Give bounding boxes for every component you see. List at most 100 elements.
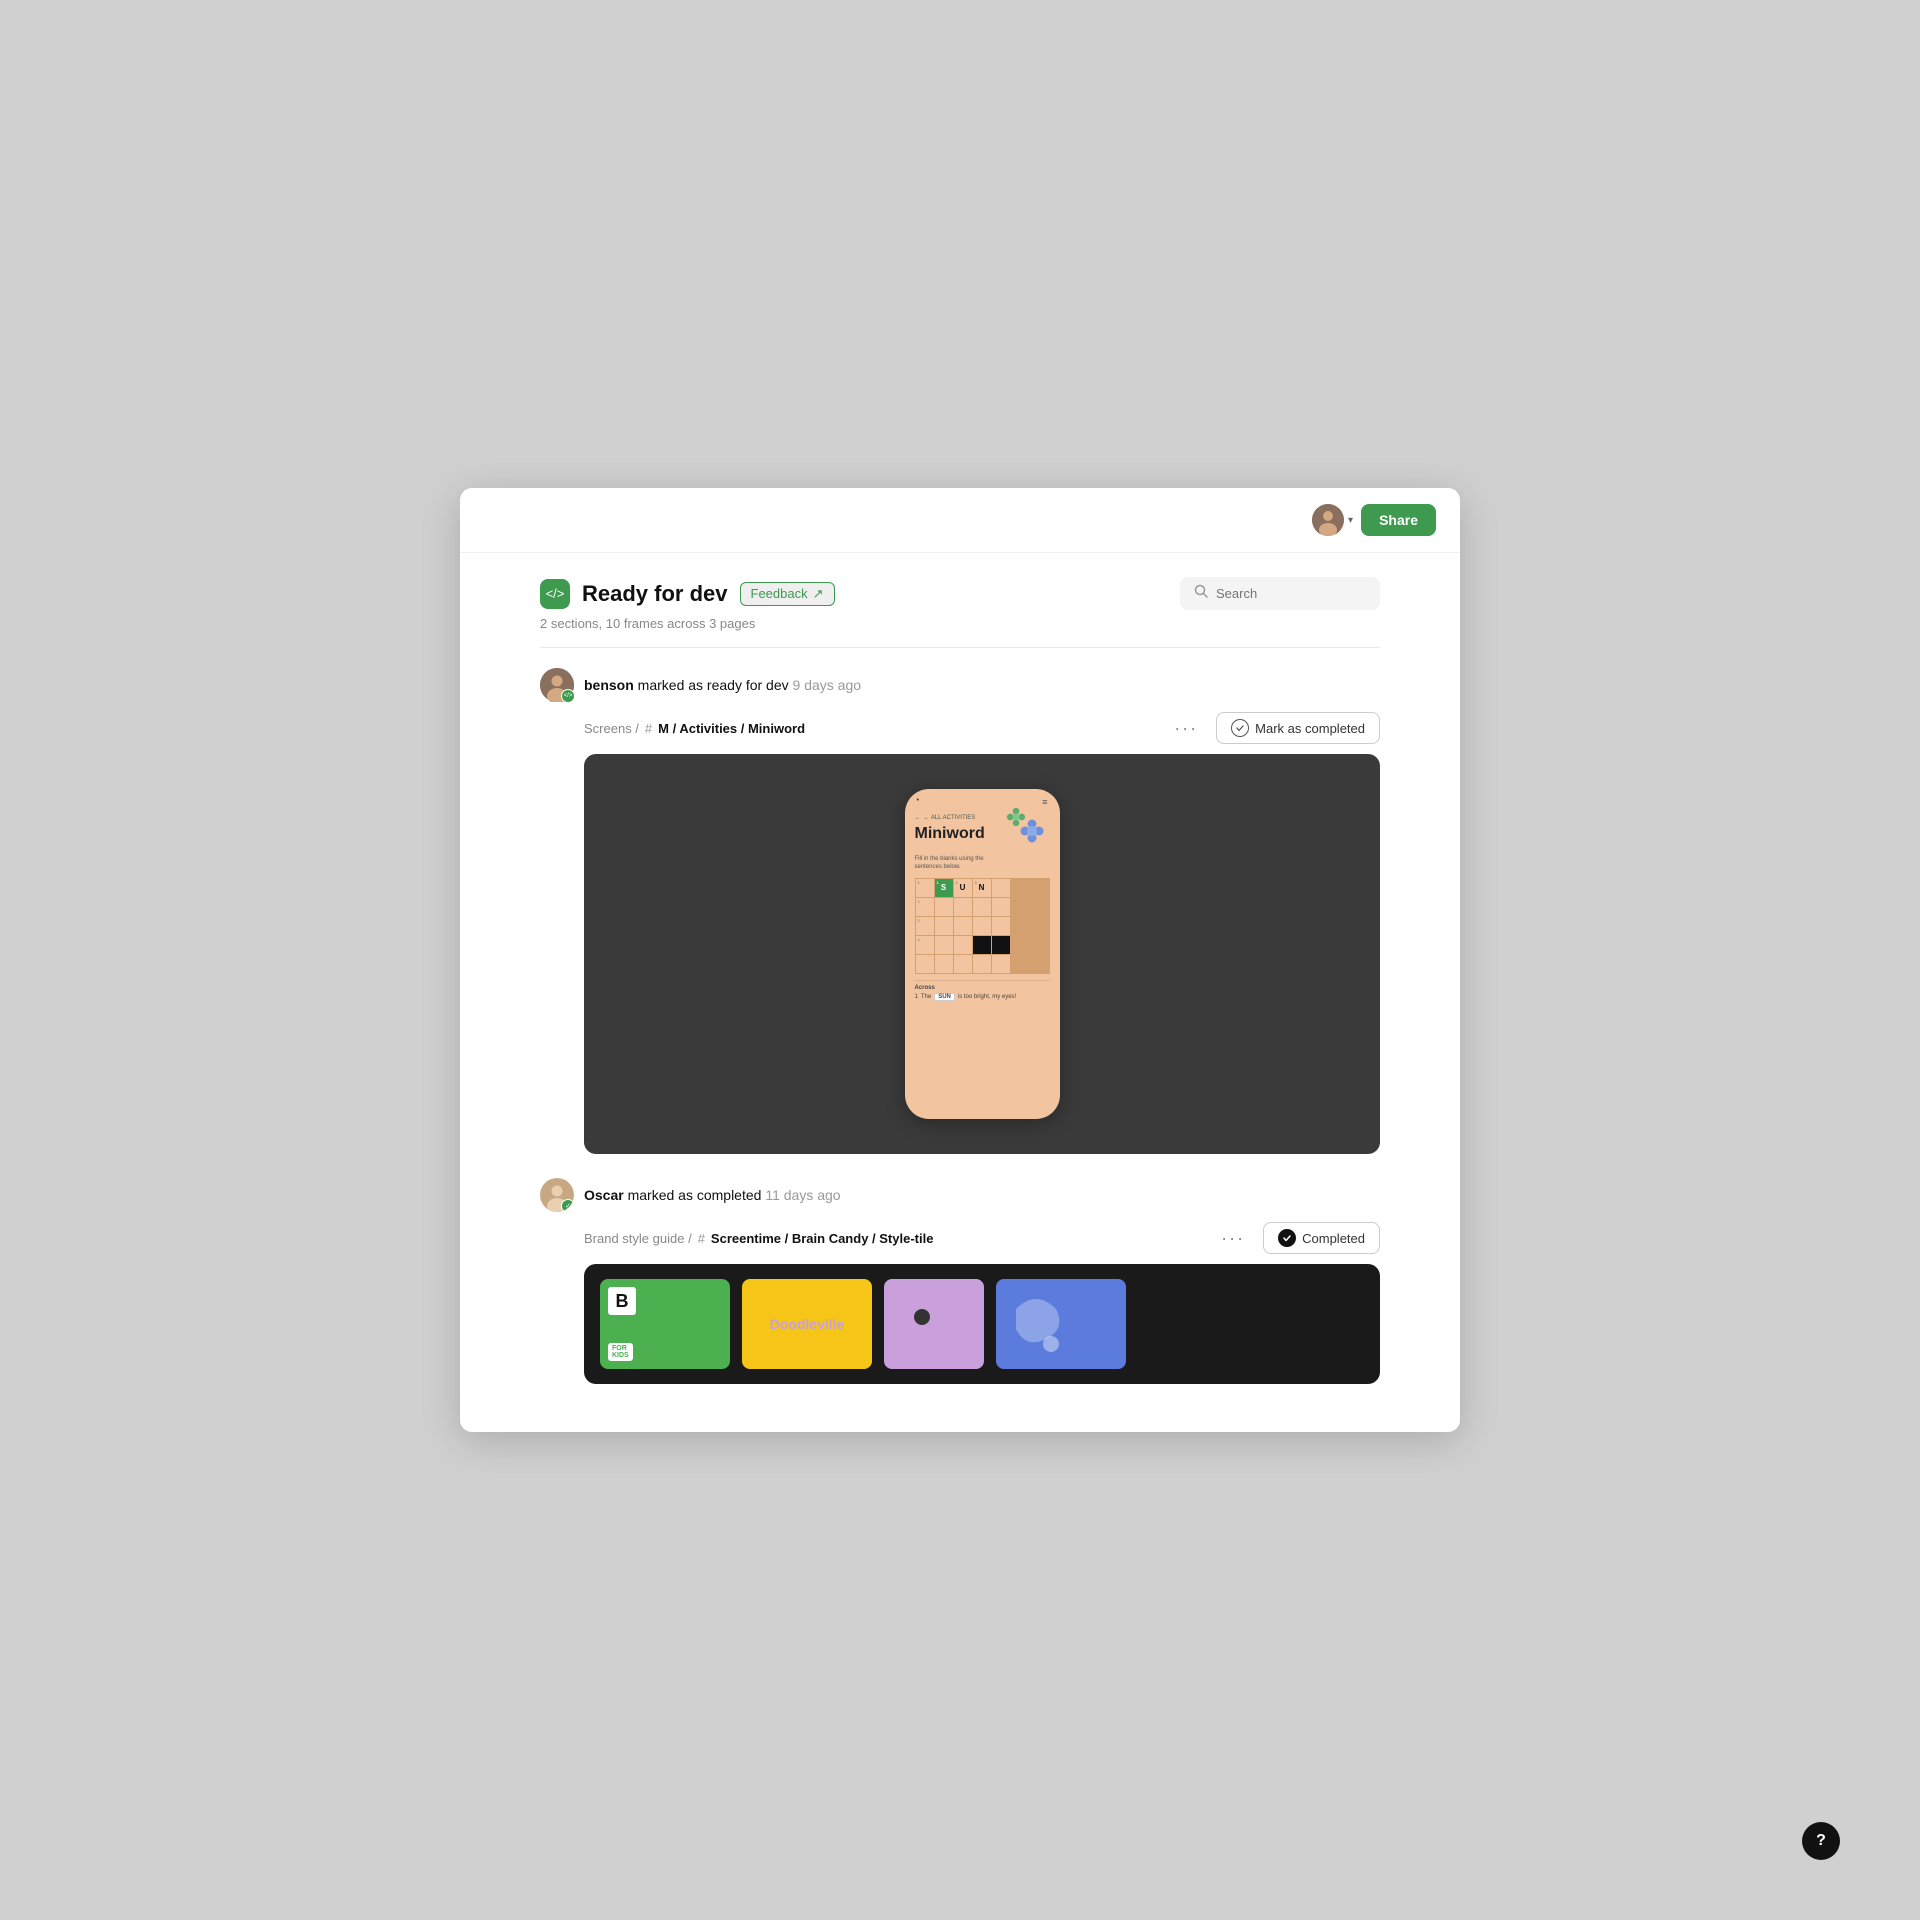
cell	[954, 955, 972, 973]
topbar: ▾ Share	[460, 488, 1460, 553]
clue-highlight: SUN	[934, 993, 955, 1001]
phone-content: ← ← ALL ACTIVITIES Miniword	[905, 811, 1060, 1005]
breadcrumb-actions-2: ··· Completed	[1215, 1222, 1380, 1254]
breadcrumb-2: Brand style guide / # Screentime / Brain…	[584, 1231, 933, 1246]
cell	[935, 936, 953, 954]
for-kids-badge: FORKIDS	[608, 1343, 633, 1361]
cell	[992, 955, 1010, 973]
more-options-button-1[interactable]: ···	[1168, 716, 1204, 741]
cell	[973, 955, 991, 973]
cell-empty	[992, 879, 1010, 897]
clue-num: 1	[915, 994, 918, 1000]
cell	[935, 917, 953, 935]
oscar-name: Oscar	[584, 1187, 624, 1203]
search-bar[interactable]	[1180, 577, 1380, 610]
cell	[973, 898, 991, 916]
benson-avatar: </>	[540, 668, 574, 702]
doodleville-text: Doodleville	[770, 1316, 845, 1332]
phone-status-bar: • ≡	[905, 789, 1060, 811]
cell	[973, 917, 991, 935]
cell-n: 3N	[973, 879, 991, 897]
search-icon	[1194, 584, 1208, 603]
topbar-right: ▾ Share	[1312, 504, 1436, 536]
chevron-down-icon: ▾	[1348, 515, 1353, 526]
cell: 1	[916, 879, 934, 897]
feedback-label: Feedback	[751, 586, 808, 601]
dev-badge: </>	[561, 689, 575, 703]
cell	[954, 898, 972, 916]
hash-icon-2: #	[698, 1231, 705, 1246]
phone-menu-icon: ≡	[1042, 797, 1047, 807]
crossword-grid: 1 1S 2U 3N 4	[915, 878, 1050, 974]
phone-app-title: Miniword	[915, 825, 985, 843]
activity-item-1: </> benson marked as ready for dev 9 day…	[540, 668, 1380, 1154]
frame-preview-1: • ≡ ← ← ALL ACTIVITIES Miniword	[584, 754, 1380, 1154]
cell-s: 1S	[935, 879, 953, 897]
cell	[954, 936, 972, 954]
oscar-avatar: ✓	[540, 1178, 574, 1212]
frame-preview-2: B FORKIDS Doodleville	[584, 1264, 1380, 1384]
section-name-2: Screentime / Brain Candy / Style-tile	[711, 1231, 934, 1246]
cell	[916, 955, 934, 973]
mark-completed-button[interactable]: Mark as completed	[1216, 712, 1380, 744]
phone-subtitle: Fill in the blanks using thesentences be…	[915, 855, 1050, 872]
more-options-button-2[interactable]: ···	[1215, 1226, 1251, 1251]
clue-title: Across	[915, 985, 1050, 991]
page-title-row: </> Ready for dev Feedback ↗	[540, 579, 835, 609]
code-icon: </>	[546, 586, 565, 601]
share-button[interactable]: Share	[1361, 504, 1436, 536]
activity-text-2: Oscar marked as completed 11 days ago	[584, 1187, 841, 1203]
breadcrumb-1: Screens / # M / Activities / Miniword	[584, 721, 805, 736]
avatar	[1312, 504, 1344, 536]
breadcrumb-prefix-1: Screens /	[584, 721, 639, 736]
external-link-icon: ↗	[813, 586, 824, 602]
cell	[935, 898, 953, 916]
breadcrumb-row-2: Brand style guide / # Screentime / Brain…	[540, 1222, 1380, 1254]
completed-button[interactable]: Completed	[1263, 1222, 1380, 1254]
cell	[992, 917, 1010, 935]
abstract-icon	[996, 1279, 1076, 1369]
activity-item-2: ✓ Oscar marked as completed 11 days ago …	[540, 1178, 1380, 1384]
clue-text: 1 The SUN is too bright, my eyes!	[915, 993, 1050, 1001]
brand-card-blue	[996, 1279, 1126, 1369]
clue-after: is too bright, my eyes!	[958, 994, 1016, 1000]
cell: 5	[916, 917, 934, 935]
completed-label: Completed	[1302, 1231, 1365, 1246]
content-area: </> Ready for dev Feedback ↗ 2 sections,	[460, 553, 1460, 1432]
page-title: Ready for dev	[582, 581, 728, 607]
user-avatar-button[interactable]: ▾	[1312, 504, 1353, 536]
flowers-decoration	[1010, 825, 1050, 855]
check-circle-outline-icon	[1231, 719, 1249, 737]
clue-before: The	[921, 994, 931, 1000]
brand-card-purple	[884, 1279, 984, 1369]
crossword-row-4: 6	[916, 936, 1049, 954]
crossword-row-3: 5	[916, 917, 1049, 935]
cell-filled	[992, 936, 1010, 954]
crossword-row-5	[916, 955, 1049, 973]
cell-filled	[973, 936, 991, 954]
hash-icon-1: #	[645, 721, 652, 736]
cell	[992, 898, 1010, 916]
brand-card-yellow: Doodleville	[742, 1279, 872, 1369]
breadcrumb-row-1: Screens / # M / Activities / Miniword ··…	[540, 712, 1380, 744]
crossword-row-2: 4	[916, 898, 1049, 916]
cell	[954, 917, 972, 935]
section-name-1: M / Activities / Miniword	[658, 721, 805, 736]
back-arrow-icon: ←	[915, 815, 921, 821]
cell	[935, 955, 953, 973]
activity-header-1: </> benson marked as ready for dev 9 day…	[540, 668, 1380, 702]
dot-decoration	[914, 1309, 930, 1325]
phone-mockup: • ≡ ← ← ALL ACTIVITIES Miniword	[905, 789, 1060, 1119]
search-input[interactable]	[1216, 586, 1366, 601]
feedback-button[interactable]: Feedback ↗	[740, 582, 835, 606]
brand-card-green: B FORKIDS	[600, 1279, 730, 1369]
page-icon: </>	[540, 579, 570, 609]
phone-title-row: Miniword	[915, 825, 1050, 855]
phone-time: •	[917, 797, 919, 807]
cell: 4	[916, 898, 934, 916]
b-logo: B	[608, 1287, 636, 1315]
mark-completed-label: Mark as completed	[1255, 721, 1365, 736]
completed-badge: ✓	[561, 1199, 574, 1212]
page-header: </> Ready for dev Feedback ↗	[540, 577, 1380, 610]
activity-text-1: benson marked as ready for dev 9 days ag…	[584, 677, 861, 693]
